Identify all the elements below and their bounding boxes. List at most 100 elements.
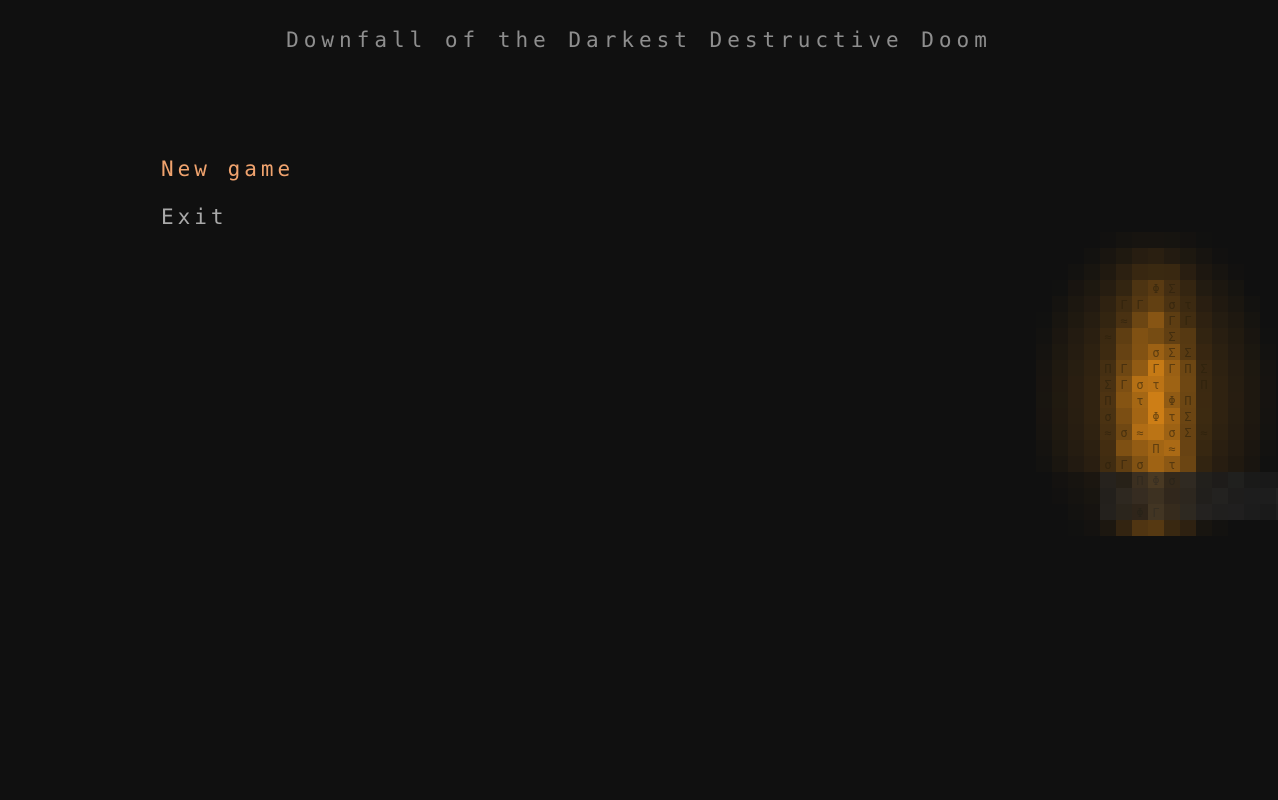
fire-cell bbox=[1052, 488, 1068, 504]
smoke-cell bbox=[1180, 472, 1196, 488]
menu-item-exit[interactable]: Exit bbox=[161, 204, 481, 252]
smoke-cell bbox=[1132, 488, 1148, 504]
fire-cell bbox=[1196, 344, 1212, 360]
smoke-cell bbox=[1196, 472, 1212, 488]
fire-cell bbox=[1036, 424, 1052, 440]
smoke-cell bbox=[1180, 504, 1196, 520]
smoke-cell bbox=[1228, 504, 1244, 520]
fire-cell bbox=[1084, 264, 1100, 280]
fire-cell bbox=[1068, 296, 1084, 312]
fire-cell bbox=[1196, 408, 1212, 424]
smoke-cell bbox=[1116, 472, 1132, 488]
fire-cell bbox=[1020, 344, 1036, 360]
fire-glyph: Γ bbox=[1120, 378, 1127, 392]
smoke-cell bbox=[1180, 488, 1196, 504]
fire-cell bbox=[1068, 344, 1084, 360]
fire-cell bbox=[1228, 312, 1244, 328]
smoke-cell bbox=[1228, 472, 1244, 488]
fire-cell bbox=[1164, 376, 1180, 392]
fire-cell bbox=[1036, 344, 1052, 360]
fire-cell bbox=[1228, 392, 1244, 408]
fire-cell bbox=[1260, 456, 1276, 472]
fire-cell bbox=[1148, 328, 1164, 344]
fire-cell bbox=[1148, 264, 1164, 280]
fire-cell bbox=[1068, 472, 1084, 488]
fire-cell bbox=[1180, 328, 1196, 344]
fire-glyph: Π bbox=[1152, 442, 1159, 456]
fire-cell bbox=[1164, 520, 1180, 536]
fire-cell bbox=[1052, 424, 1068, 440]
fire-glyph: σ bbox=[1104, 458, 1111, 472]
fire-cell bbox=[1116, 328, 1132, 344]
fire-glyph: ≈ bbox=[1120, 314, 1127, 328]
fire-cell bbox=[1196, 248, 1212, 264]
smoke-cell bbox=[1196, 488, 1212, 504]
fire-cell bbox=[1020, 440, 1036, 456]
fire-cell bbox=[1148, 424, 1164, 440]
fire-cell bbox=[1020, 376, 1036, 392]
fire-cell bbox=[1132, 440, 1148, 456]
fire-cell bbox=[1132, 408, 1148, 424]
fire-cell bbox=[1084, 376, 1100, 392]
fire-glyph: ≈ bbox=[1200, 426, 1207, 440]
smoke-cell bbox=[1212, 488, 1228, 504]
fire-cell bbox=[1100, 296, 1116, 312]
fire-cell bbox=[1228, 440, 1244, 456]
fire-glyph: ≈ bbox=[1168, 442, 1175, 456]
fire-cell bbox=[1036, 488, 1052, 504]
smoke-cell bbox=[1212, 472, 1228, 488]
fire-glyph: ≈ bbox=[1136, 426, 1143, 440]
fire-cell bbox=[1148, 296, 1164, 312]
fire-cell bbox=[1212, 344, 1228, 360]
fire-cell bbox=[1228, 520, 1244, 536]
fire-glyph: σ bbox=[1136, 378, 1143, 392]
fire-cell bbox=[1068, 456, 1084, 472]
smoke-cell bbox=[1100, 488, 1116, 504]
fire-glyph: Γ bbox=[1120, 362, 1127, 376]
fire-cell bbox=[1020, 360, 1036, 376]
fire-cell bbox=[1052, 360, 1068, 376]
fire-glyph: σ bbox=[1168, 298, 1175, 312]
fire-cell bbox=[1020, 424, 1036, 440]
fire-cell bbox=[1116, 264, 1132, 280]
smoke-cell bbox=[1228, 488, 1244, 504]
smoke-cell bbox=[1148, 472, 1164, 488]
fire-cell bbox=[1244, 312, 1260, 328]
fire-glyph: Φ bbox=[1168, 394, 1175, 408]
fire-cell bbox=[1180, 376, 1196, 392]
fire-cell bbox=[1212, 408, 1228, 424]
fire-cell bbox=[1036, 456, 1052, 472]
fire-cell bbox=[1052, 504, 1068, 520]
fire-glyph: Σ bbox=[1200, 362, 1207, 376]
fire-cell bbox=[1052, 456, 1068, 472]
smoke-cell bbox=[1260, 488, 1276, 504]
fire-cell bbox=[1100, 280, 1116, 296]
smoke-cell bbox=[1244, 488, 1260, 504]
fire-cell bbox=[1132, 280, 1148, 296]
fire-glyph: Σ bbox=[1168, 330, 1175, 344]
fire-cell bbox=[1228, 424, 1244, 440]
fire-cell bbox=[1180, 440, 1196, 456]
smoke-cell bbox=[1196, 504, 1212, 520]
fire-glyph: σ bbox=[1136, 458, 1143, 472]
fire-cell bbox=[1100, 440, 1116, 456]
menu-item-new-game[interactable]: New game bbox=[161, 156, 481, 204]
smoke-cell bbox=[1132, 472, 1148, 488]
fire-cell bbox=[1052, 312, 1068, 328]
fire-cell bbox=[1196, 296, 1212, 312]
fire-cell bbox=[1228, 408, 1244, 424]
fire-cell bbox=[1228, 360, 1244, 376]
fire-cell bbox=[1068, 360, 1084, 376]
fire-glyph: Σ bbox=[1104, 378, 1111, 392]
fire-cell bbox=[1212, 360, 1228, 376]
fire-glyph: Γ bbox=[1120, 458, 1127, 472]
fire-cell bbox=[1116, 232, 1132, 248]
fire-cell bbox=[1100, 312, 1116, 328]
fire-cell bbox=[1068, 504, 1084, 520]
fire-glyph: Γ bbox=[1168, 362, 1175, 376]
fire-cell bbox=[1036, 360, 1052, 376]
fire-cell bbox=[1116, 344, 1132, 360]
fire-glyph: Σ bbox=[1184, 346, 1191, 360]
fire-cell bbox=[1068, 488, 1084, 504]
smoke-cell bbox=[1164, 504, 1180, 520]
